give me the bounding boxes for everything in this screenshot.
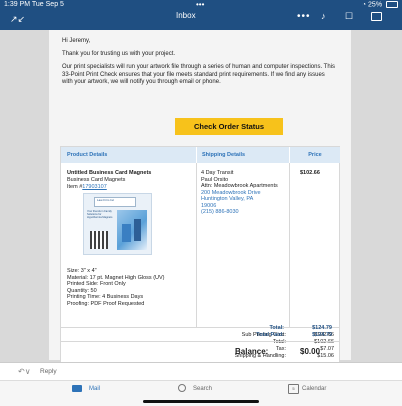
reply-bar[interactable]: ↶∨ Reply xyxy=(0,362,402,381)
tab-search[interactable]: Search xyxy=(193,386,212,392)
thumbnail-text: Your friends in Family Solutions for Hyp… xyxy=(87,210,113,219)
more-options-button[interactable]: ••• xyxy=(297,11,311,22)
bell-icon[interactable]: ♪ xyxy=(321,11,326,21)
grand-total-value: $124.79 xyxy=(312,325,332,331)
header-product-details: Product Details xyxy=(61,147,196,163)
tab-mail[interactable]: Mail xyxy=(89,386,100,392)
shipping-details: 4 Day Transit Paul Orsito Attn: Meadowbr… xyxy=(201,170,286,216)
qr-code-icon xyxy=(90,231,108,249)
item-price: $102.66 xyxy=(300,170,320,176)
thumbnail-illustration xyxy=(122,224,131,242)
shipping-phone-link[interactable]: (215) 886-8030 xyxy=(201,209,286,216)
spec-proofing: Proofing: PDF Proof Requested xyxy=(67,300,145,307)
calendar-icon[interactable]: 5 xyxy=(288,384,299,394)
check-order-status-button[interactable]: Check Order Status xyxy=(175,118,283,135)
header-shipping-details: Shipping Details xyxy=(196,147,289,163)
column-divider xyxy=(289,163,290,327)
balance-value: $0.00 xyxy=(300,347,321,356)
product-subtitle: Business Card Magnets xyxy=(67,177,126,183)
balance-divider xyxy=(60,341,340,342)
email-greeting: Hi Jeremy, xyxy=(62,38,91,44)
wifi-icon: ◔ xyxy=(361,1,367,9)
item-prefix: Item # xyxy=(67,184,83,190)
thumbnail-logo-text: Law Firm Inc xyxy=(97,198,115,202)
balance-label: Balance: xyxy=(235,347,269,356)
email-thanks: Thank you for trusting us with your proj… xyxy=(62,51,176,57)
battery-icon xyxy=(386,1,398,8)
search-icon[interactable] xyxy=(178,384,186,392)
multitask-dots[interactable]: ••• xyxy=(196,0,204,9)
total-paid-value: $124.79 xyxy=(312,332,332,338)
header-price: Price xyxy=(289,147,340,163)
status-indicators: ◔ 25% xyxy=(362,1,398,8)
email-intro: Our print specialists will run your artw… xyxy=(62,64,336,85)
reply-icon[interactable]: ↶∨ xyxy=(18,367,31,376)
column-divider xyxy=(196,163,197,327)
product-specs: Size: 3" x 4" Material: 17 pt. Magnet Hi… xyxy=(67,268,192,307)
home-indicator[interactable] xyxy=(143,400,259,403)
product-thumbnail[interactable]: Law Firm Inc Your friends in Family Solu… xyxy=(83,193,152,255)
status-time: 1:39 PM Tue Sep 5 xyxy=(4,1,64,8)
item-number: Item #17903107 xyxy=(67,184,107,191)
page-title: Inbox xyxy=(176,11,196,20)
grand-total-label: Total: xyxy=(269,325,284,331)
product-name: Untitled Business Card Magnets xyxy=(67,170,152,176)
mail-icon[interactable] xyxy=(72,385,82,392)
shipping-attn: Attn: Meadowbrook Apartments xyxy=(201,183,278,189)
collapse-icon[interactable]: ↗↙ xyxy=(10,14,25,25)
top-app-bar: 1:39 PM Tue Sep 5 ••• ◔ 25% ↗↙ Inbox •••… xyxy=(0,0,402,30)
item-number-link[interactable]: 17903107 xyxy=(82,184,106,190)
total-paid-label: Total Paid: xyxy=(256,332,284,338)
reply-label[interactable]: Reply xyxy=(40,368,57,375)
order-details-table: Product Details Shipping Details Price U… xyxy=(60,146,340,393)
tab-calendar[interactable]: Calendar xyxy=(302,386,326,392)
archive-icon[interactable] xyxy=(371,12,382,21)
thumbnail-illustration xyxy=(134,219,141,241)
battery-percent: 25% xyxy=(368,1,383,9)
email-body: Hi Jeremy, Thank you for trusting us wit… xyxy=(49,30,351,393)
trash-icon[interactable]: ☐ xyxy=(345,11,353,22)
